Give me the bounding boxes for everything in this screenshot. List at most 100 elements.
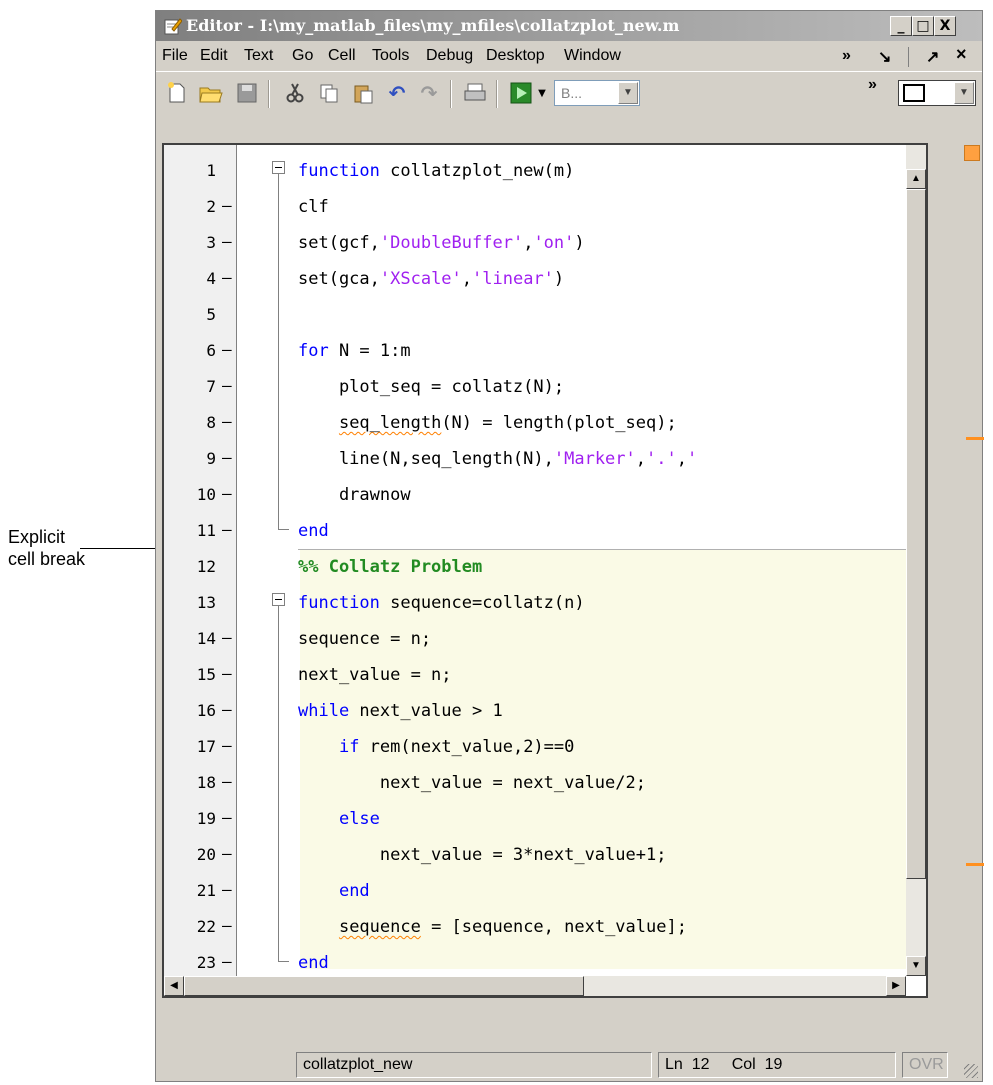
code-text: next_value = n; xyxy=(298,665,452,685)
code-line[interactable]: 6 — for N = 1:m xyxy=(164,333,926,369)
annotation-line-2: cell break xyxy=(8,549,86,569)
code-line[interactable]: 19 — else xyxy=(164,801,926,837)
breakpoint-dash[interactable]: — xyxy=(222,952,232,971)
line-number: 7 xyxy=(206,377,216,396)
menu-desktop[interactable]: Desktop xyxy=(486,47,545,65)
paste-icon[interactable] xyxy=(348,78,378,108)
run-icon[interactable] xyxy=(506,78,536,108)
code-line[interactable]: 16 — while next_value > 1 xyxy=(164,693,926,729)
breakpoint-dash[interactable]: — xyxy=(222,232,232,251)
code-line[interactable]: 22 — sequence = [sequence, next_value]; xyxy=(164,909,926,945)
undock-icon[interactable]: ↗ xyxy=(926,47,939,67)
code-line[interactable]: 2 — clf xyxy=(164,189,926,225)
scroll-down-icon[interactable]: ▼ xyxy=(906,956,926,976)
code-line[interactable]: 20 — next_value = 3*next_value+1; xyxy=(164,837,926,873)
menu-debug[interactable]: Debug xyxy=(426,47,473,65)
breakpoint-dash[interactable]: — xyxy=(222,736,232,755)
vertical-scrollbar[interactable]: ▲ ▼ xyxy=(906,145,926,976)
vertical-scroll-thumb[interactable] xyxy=(906,189,926,879)
breakpoint-dash[interactable]: — xyxy=(222,772,232,791)
layout-combo[interactable]: ▼ xyxy=(898,80,976,106)
scroll-left-icon[interactable]: ◀ xyxy=(164,976,184,996)
code-editor[interactable]: 1 function collatzplot_new(m) 2 — clf 3 — set(g… xyxy=(162,143,928,998)
redo-icon[interactable]: ↷ xyxy=(414,78,444,108)
code-line[interactable]: 1 function collatzplot_new(m) xyxy=(164,153,926,189)
stack-combo[interactable]: B... ▼ xyxy=(554,80,640,106)
horizontal-scroll-thumb[interactable] xyxy=(184,976,584,996)
breakpoint-dash[interactable]: — xyxy=(222,340,232,359)
breakpoint-dash[interactable]: — xyxy=(222,700,232,719)
breakpoint-dash[interactable]: — xyxy=(222,520,232,539)
cut-icon[interactable] xyxy=(280,78,310,108)
menu-text[interactable]: Text xyxy=(244,47,273,65)
breakpoint-dash[interactable]: — xyxy=(222,664,232,683)
mlint-status-indicator[interactable] xyxy=(964,145,980,161)
code-line[interactable]: 4 — set(gca,'XScale','linear') xyxy=(164,261,926,297)
close-button[interactable]: X xyxy=(934,16,956,36)
undo-icon[interactable]: ↶ xyxy=(382,78,412,108)
code-line[interactable]: 3 — set(gcf,'DoubleBuffer','on') xyxy=(164,225,926,261)
toolbar-separator xyxy=(450,80,452,108)
dock-icon[interactable]: ↘ xyxy=(878,47,891,67)
breakpoint-dash[interactable]: — xyxy=(222,376,232,395)
code-line[interactable]: 7 — plot_seq = collatz(N); xyxy=(164,369,926,405)
status-function-name: collatzplot_new xyxy=(296,1052,652,1078)
menu-edit[interactable]: Edit xyxy=(200,47,228,65)
breakpoint-dash[interactable]: — xyxy=(222,412,232,431)
resize-grip-icon[interactable] xyxy=(964,1064,978,1078)
chevron-down-icon[interactable]: ▼ xyxy=(954,82,974,104)
code-line[interactable]: 15 — next_value = n; xyxy=(164,657,926,693)
code-line[interactable]: 5 xyxy=(164,297,926,333)
breakpoint-dash[interactable]: — xyxy=(222,628,232,647)
maximize-button[interactable]: □ xyxy=(912,16,934,36)
scroll-up-icon[interactable]: ▲ xyxy=(906,169,926,189)
menu-more-chevron-icon[interactable]: » xyxy=(842,47,851,65)
menu-cell[interactable]: Cell xyxy=(328,47,356,65)
breakpoint-dash[interactable]: — xyxy=(222,880,232,899)
breakpoint-dash[interactable]: — xyxy=(222,916,232,935)
code-line[interactable]: 18 — next_value = next_value/2; xyxy=(164,765,926,801)
close-doc-icon[interactable]: × xyxy=(956,44,967,65)
scroll-right-icon[interactable]: ▶ xyxy=(886,976,906,996)
code-line[interactable]: 9 — line(N,seq_length(N),'Marker','.',' xyxy=(164,441,926,477)
run-dropdown-icon[interactable]: ▼ xyxy=(534,78,550,108)
breakpoint-dash[interactable]: — xyxy=(222,808,232,827)
breakpoint-dash[interactable]: — xyxy=(222,196,232,215)
print-icon[interactable] xyxy=(460,78,490,108)
code-line[interactable]: 17 — if rem(next_value,2)==0 xyxy=(164,729,926,765)
code-line[interactable]: 10 — drawnow xyxy=(164,477,926,513)
code-text: end xyxy=(298,521,329,541)
cell-break-annotation: Explicit cell break xyxy=(8,526,85,570)
open-folder-icon[interactable] xyxy=(196,78,226,108)
title-bar[interactable]: Editor - I:\my_matlab_files\my_mfiles\co… xyxy=(156,11,982,41)
code-line[interactable]: 8 — seq_length(N) = length(plot_seq); xyxy=(164,405,926,441)
line-number: 21 xyxy=(196,881,216,900)
code-text: sequence = n; xyxy=(298,629,432,649)
code-line[interactable]: 12 %% Collatz Problem xyxy=(164,549,926,585)
line-number: 12 xyxy=(196,557,216,576)
code-line[interactable]: 13 function sequence=collatz(n) xyxy=(164,585,926,621)
minimize-button[interactable]: _ xyxy=(890,16,912,36)
breakpoint-dash[interactable]: — xyxy=(222,448,232,467)
toolbar-more-chevron-icon[interactable]: » xyxy=(868,76,877,94)
copy-icon[interactable] xyxy=(314,78,344,108)
save-icon[interactable] xyxy=(232,78,262,108)
breakpoint-dash[interactable]: — xyxy=(222,484,232,503)
stack-combo-value: B... xyxy=(561,85,583,101)
code-line[interactable]: 14 — sequence = n; xyxy=(164,621,926,657)
menu-tools[interactable]: Tools xyxy=(372,47,409,65)
menu-window[interactable]: Window xyxy=(564,47,621,65)
menu-go[interactable]: Go xyxy=(292,47,313,65)
new-file-icon[interactable] xyxy=(162,78,192,108)
mlint-warning-marker[interactable] xyxy=(966,863,984,866)
breakpoint-dash[interactable]: — xyxy=(222,844,232,863)
code-text: seq_length(N) = length(plot_seq); xyxy=(338,413,677,433)
code-line[interactable]: 11 — end xyxy=(164,513,926,549)
chevron-down-icon[interactable]: ▼ xyxy=(618,82,638,104)
breakpoint-dash[interactable]: — xyxy=(222,268,232,287)
horizontal-scrollbar[interactable]: ◀ ▶ xyxy=(164,976,906,996)
code-text: plot_seq = collatz(N); xyxy=(298,377,565,397)
code-line[interactable]: 21 — end xyxy=(164,873,926,909)
mlint-warning-marker[interactable] xyxy=(966,437,984,440)
menu-file[interactable]: File xyxy=(162,47,188,65)
